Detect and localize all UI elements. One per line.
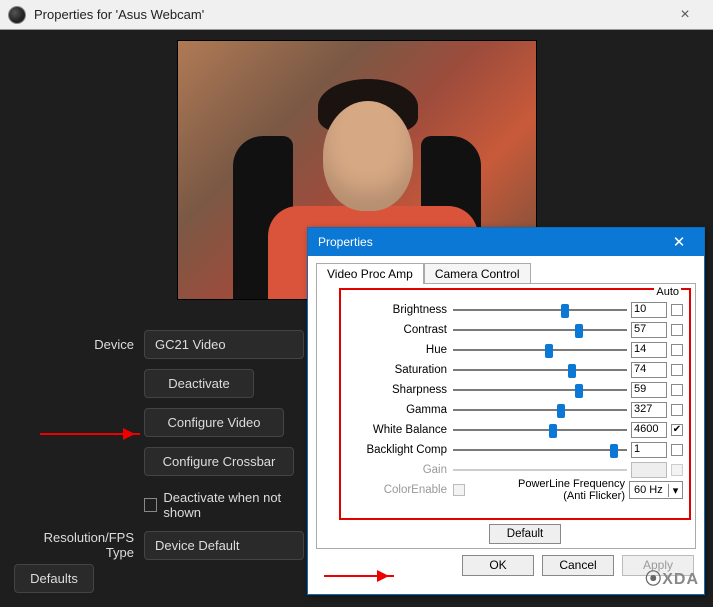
chevron-down-icon: ▾ — [668, 484, 682, 497]
auto-column-header: Auto — [654, 286, 681, 298]
slider-contrast[interactable] — [453, 323, 627, 337]
res-fps-label: Resolution/FPS Type — [14, 530, 144, 560]
auto-checkbox[interactable] — [671, 324, 683, 336]
deactivate-button[interactable]: Deactivate — [144, 369, 254, 398]
slider-value-input[interactable]: 1 — [631, 442, 667, 458]
slider-value-input[interactable]: 59 — [631, 382, 667, 398]
slider-row-gamma: Gamma 327 — [345, 400, 683, 420]
win-tabpage: Auto Brightness 10 Contrast 57 Hue 14 Saturati… — [316, 283, 696, 549]
slider-gamma[interactable] — [453, 403, 627, 417]
slider-sharpness[interactable] — [453, 383, 627, 397]
slider-row-sharpness: Sharpness 59 — [345, 380, 683, 400]
win-title: Properties — [318, 235, 660, 249]
slider-row-saturation: Saturation 74 — [345, 360, 683, 380]
defaults-button[interactable]: Defaults — [14, 564, 94, 593]
configure-video-button[interactable]: Configure Video — [144, 408, 284, 437]
slider-backlight-comp[interactable] — [453, 443, 627, 457]
tab-video-proc-amp[interactable]: Video Proc Amp — [316, 263, 424, 284]
slider-value-input[interactable]: 10 — [631, 302, 667, 318]
auto-checkbox — [671, 464, 683, 476]
slider-brightness[interactable] — [453, 303, 627, 317]
auto-checkbox[interactable] — [671, 304, 683, 316]
auto-checkbox[interactable] — [671, 344, 683, 356]
ok-button[interactable]: OK — [462, 555, 534, 576]
auto-checkbox[interactable]: ✔ — [671, 424, 683, 436]
deactivate-when-checkbox[interactable]: Deactivate when not shown — [144, 486, 314, 520]
slider-row-backlight-comp: Backlight Comp 1 — [345, 440, 683, 460]
annotation-arrow — [40, 433, 140, 435]
obs-icon — [8, 6, 26, 24]
slider-label: White Balance — [345, 424, 449, 436]
powerline-freq-select[interactable]: 60 Hz ▾ — [629, 481, 683, 499]
auto-checkbox[interactable] — [671, 444, 683, 456]
obs-titlebar: Properties for 'Asus Webcam' × — [0, 0, 713, 30]
auto-checkbox[interactable] — [671, 384, 683, 396]
close-icon[interactable]: × — [665, 6, 705, 24]
win-tabbar: Video Proc Amp Camera Control — [308, 256, 704, 283]
annotation-arrow — [324, 575, 394, 577]
res-fps-select[interactable]: Device Default — [144, 531, 304, 560]
slider-white-balance[interactable] — [453, 423, 627, 437]
slider-value-input — [631, 462, 667, 478]
slider-gain — [453, 463, 627, 477]
apply-button: Apply — [622, 555, 694, 576]
win-properties-dialog: Properties ✕ Video Proc Amp Camera Contr… — [307, 227, 705, 595]
colorenable-label: ColorEnable — [345, 484, 449, 496]
slider-value-input[interactable]: 327 — [631, 402, 667, 418]
win-titlebar: Properties ✕ — [308, 228, 704, 256]
slider-label: Backlight Comp — [345, 444, 449, 456]
slider-label: Gamma — [345, 404, 449, 416]
obs-form: Device GC21 Video Deactivate Configure V… — [14, 330, 314, 570]
slider-value-input[interactable]: 74 — [631, 362, 667, 378]
configure-crossbar-button[interactable]: Configure Crossbar — [144, 447, 294, 476]
colorenable-checkbox — [453, 484, 465, 496]
slider-hue[interactable] — [453, 343, 627, 357]
checkbox-icon — [144, 498, 157, 512]
powerline-freq-label: PowerLine Frequency(Anti Flicker) — [518, 478, 625, 502]
annotation-highlight-box: Auto Brightness 10 Contrast 57 Hue 14 Saturati… — [339, 288, 691, 520]
slider-saturation[interactable] — [453, 363, 627, 377]
close-icon[interactable]: ✕ — [660, 233, 698, 251]
deactivate-when-label: Deactivate when not shown — [163, 490, 314, 520]
auto-checkbox[interactable] — [671, 364, 683, 376]
device-select[interactable]: GC21 Video — [144, 330, 304, 359]
slider-value-input[interactable]: 57 — [631, 322, 667, 338]
slider-label: Hue — [345, 344, 449, 356]
device-label: Device — [14, 337, 144, 352]
slider-label: Contrast — [345, 324, 449, 336]
slider-row-hue: Hue 14 — [345, 340, 683, 360]
powerline-freq-value: 60 Hz — [634, 484, 663, 496]
slider-row-contrast: Contrast 57 — [345, 320, 683, 340]
obs-window-title: Properties for 'Asus Webcam' — [34, 7, 665, 22]
slider-value-input[interactable]: 14 — [631, 342, 667, 358]
slider-label: Saturation — [345, 364, 449, 376]
slider-label: Sharpness — [345, 384, 449, 396]
auto-checkbox[interactable] — [671, 404, 683, 416]
slider-label: Gain — [345, 464, 449, 476]
slider-value-input[interactable]: 4600 — [631, 422, 667, 438]
slider-row-white-balance: White Balance 4600 ✔ — [345, 420, 683, 440]
slider-row-brightness: Brightness 10 — [345, 300, 683, 320]
cancel-button[interactable]: Cancel — [542, 555, 614, 576]
default-button[interactable]: Default — [489, 524, 561, 544]
slider-row-gain: Gain — [345, 460, 683, 480]
tab-camera-control[interactable]: Camera Control — [424, 263, 531, 284]
slider-label: Brightness — [345, 304, 449, 316]
